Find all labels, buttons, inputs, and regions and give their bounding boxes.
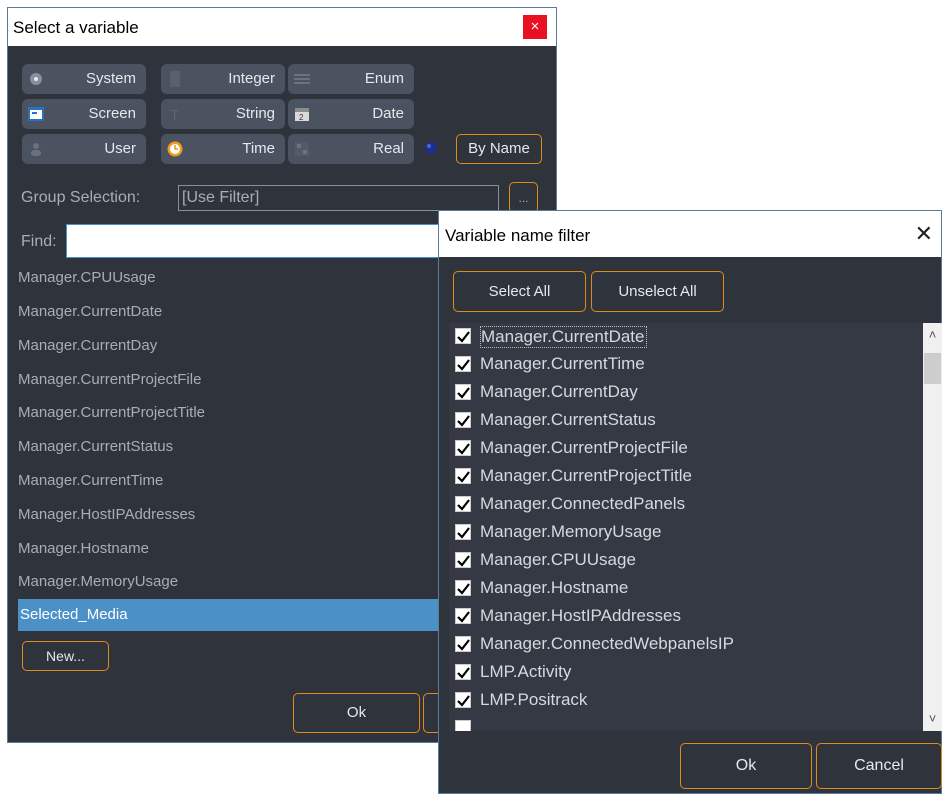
scrollbar-thumb[interactable] xyxy=(924,353,941,384)
checkmark-icon xyxy=(457,527,470,539)
checklist-item-label: Manager.CurrentProjectFile xyxy=(480,438,688,457)
type-button-label: Enum xyxy=(364,70,404,87)
type-button-label: Integer xyxy=(228,70,275,87)
checkbox[interactable] xyxy=(455,580,471,596)
type-button-label: Real xyxy=(373,140,404,157)
checkmark-icon xyxy=(457,639,470,651)
cancel-button[interactable]: Cancel xyxy=(816,743,942,789)
checkmark-icon xyxy=(457,387,470,399)
checkbox[interactable] xyxy=(455,524,471,540)
list-item[interactable]: Manager.MemoryUsage xyxy=(18,573,178,590)
by-name-button[interactable]: By Name xyxy=(456,134,542,164)
list-item-selected[interactable]: Selected_Media xyxy=(18,599,450,631)
vertical-scrollbar[interactable]: ˄ ˅ xyxy=(923,323,942,731)
checkbox[interactable] xyxy=(455,608,471,624)
indicator-dot-icon xyxy=(425,142,437,154)
dialog-titlebar: Variable name filter ✕ xyxy=(439,211,941,257)
dialog-title: Select a variable xyxy=(13,18,139,37)
list-item[interactable]: Manager.Hostname xyxy=(18,540,149,557)
checkmark-icon xyxy=(457,499,470,511)
checklist-item-label: Manager.CurrentDay xyxy=(480,382,638,401)
checklist-item-label: Manager.ConnectedPanels xyxy=(480,494,686,513)
group-selection-label: Group Selection: xyxy=(21,189,141,206)
checklist-item-label: LMP.Positrack xyxy=(480,690,588,709)
list-item[interactable]: Manager.CurrentDay xyxy=(18,337,157,354)
checkbox[interactable] xyxy=(455,692,471,708)
checkbox[interactable] xyxy=(455,356,471,372)
checkmark-icon xyxy=(457,443,470,455)
checklist-item-label: Manager.HostIPAddresses xyxy=(480,606,681,625)
type-button-label: Date xyxy=(372,105,404,122)
scroll-up-icon[interactable]: ˄ xyxy=(923,325,942,345)
unselect-all-button[interactable]: Unselect All xyxy=(591,271,724,312)
checkbox[interactable] xyxy=(455,664,471,680)
dialog-titlebar: Select a variable × xyxy=(8,8,556,46)
checkmark-icon xyxy=(457,695,470,707)
checkbox[interactable] xyxy=(455,412,471,428)
checkmark-icon xyxy=(457,667,470,679)
checkbox[interactable] xyxy=(455,384,471,400)
type-button-time[interactable]: Time xyxy=(161,134,285,164)
checklist-item-label: LMP.Activity xyxy=(480,662,572,681)
checklist-item-label: Manager.CurrentTime xyxy=(480,354,645,373)
checklist-item-label: Manager.MemoryUsage xyxy=(480,522,662,541)
new-variable-button[interactable]: New... xyxy=(22,641,109,671)
checkmark-icon xyxy=(457,359,470,371)
type-button-real[interactable]: Real xyxy=(288,134,414,164)
type-button-string[interactable]: T String xyxy=(161,99,285,129)
type-button-system[interactable]: System xyxy=(22,64,146,94)
type-button-date[interactable]: 2 Date xyxy=(288,99,414,129)
group-browse-button[interactable]: ... xyxy=(509,182,538,213)
checkmark-icon xyxy=(457,415,470,427)
variable-name-filter-dialog: Variable name filter ✕ Select All Unsele… xyxy=(438,210,942,794)
checkmark-icon xyxy=(457,331,470,343)
ok-button[interactable]: Ok xyxy=(680,743,812,789)
type-button-integer[interactable]: Integer xyxy=(161,64,285,94)
list-item[interactable]: Manager.CurrentProjectFile xyxy=(18,371,201,388)
checkmark-icon xyxy=(457,471,470,483)
group-selection-value: [Use Filter] xyxy=(182,189,260,206)
checklist-item-label: Manager.CurrentProjectTitle xyxy=(480,466,692,485)
type-button-label: Screen xyxy=(88,105,136,122)
list-item[interactable]: Manager.CurrentProjectTitle xyxy=(18,404,205,421)
find-input[interactable] xyxy=(66,224,440,258)
type-button-user[interactable]: User xyxy=(22,134,146,164)
scroll-down-icon[interactable]: ˅ xyxy=(923,709,942,729)
checkbox[interactable] xyxy=(455,328,471,344)
checkbox[interactable] xyxy=(455,552,471,568)
checkbox[interactable] xyxy=(455,720,471,731)
variable-checklist: Manager.CurrentDate Manager.CurrentTime … xyxy=(449,323,942,731)
type-button-label: System xyxy=(85,70,136,87)
type-button-enum[interactable]: Enum xyxy=(288,64,414,94)
checklist-item-label: Manager.Hostname xyxy=(480,578,629,597)
list-item[interactable]: Manager.CurrentDate xyxy=(18,303,162,320)
close-icon[interactable]: ✕ xyxy=(915,223,933,245)
checkmark-icon xyxy=(457,611,470,623)
checklist-item-label: Manager.CurrentStatus xyxy=(480,410,656,429)
list-item[interactable]: Manager.CurrentTime xyxy=(18,472,163,489)
type-button-screen[interactable]: Screen xyxy=(22,99,146,129)
ok-button[interactable]: Ok xyxy=(293,693,420,733)
type-button-label: Time xyxy=(242,140,275,157)
type-button-label: String xyxy=(235,105,275,122)
checkbox[interactable] xyxy=(455,440,471,456)
checkmark-icon xyxy=(457,555,470,567)
checkbox[interactable] xyxy=(455,468,471,484)
list-item[interactable]: Manager.CurrentStatus xyxy=(18,438,173,455)
close-icon[interactable]: × xyxy=(523,15,547,39)
checklist-item-label: Manager.ConnectedWebpanelsIP xyxy=(480,634,734,653)
group-selection-field[interactable]: [Use Filter] xyxy=(178,185,499,211)
type-button-label: User xyxy=(104,140,136,157)
find-label: Find: xyxy=(21,233,57,250)
select-all-button[interactable]: Select All xyxy=(453,271,586,312)
checkmark-icon xyxy=(457,583,470,595)
list-item[interactable]: Manager.HostIPAddresses xyxy=(18,506,195,523)
checklist-item-label: Manager.CurrentDate xyxy=(480,326,648,348)
checkbox[interactable] xyxy=(455,636,471,652)
checkbox[interactable] xyxy=(455,496,471,512)
list-item[interactable]: Manager.CPUUsage xyxy=(18,269,156,286)
checklist-item-label: Manager.CPUUsage xyxy=(480,550,636,569)
dialog-title: Variable name filter xyxy=(445,226,591,245)
